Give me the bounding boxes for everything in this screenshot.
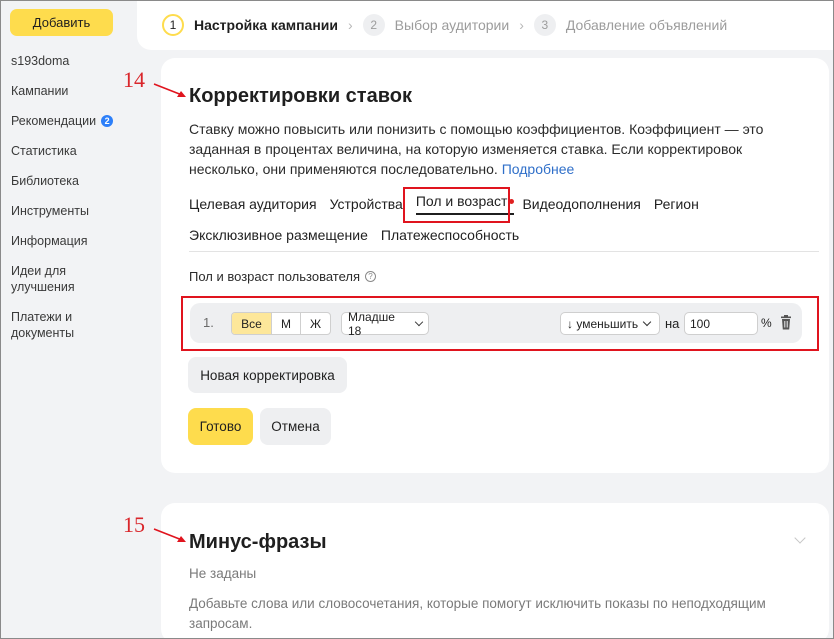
more-link[interactable]: Подробнее <box>502 161 575 177</box>
tab-solvency[interactable]: Платежеспособность <box>381 227 519 243</box>
annotation-arrow-15 <box>153 528 186 542</box>
bid-adjustments-description: Ставку можно повысить или понизить с пом… <box>189 119 809 179</box>
tab-devices[interactable]: Устройства <box>330 196 403 212</box>
sidebar: Добавить s193doma Кампании Рекомендации 2… <box>0 0 135 639</box>
sidebar-login[interactable]: s193doma <box>11 53 131 69</box>
change-indicator-dot <box>509 198 515 204</box>
sidebar-item-statistics[interactable]: Статистика <box>11 143 131 159</box>
step-number: 2 <box>362 14 385 36</box>
tab-exclusive-placement[interactable]: Эксклюзивное размещение <box>189 227 368 243</box>
step-label: Выбор аудитории <box>394 17 510 33</box>
step-ads[interactable]: 3 Добавление объявлений <box>533 14 728 36</box>
sidebar-item-label: Платежи и документы <box>11 310 75 340</box>
notification-badge: 2 <box>101 115 114 127</box>
sidebar-item-campaigns[interactable]: Кампании <box>11 83 131 99</box>
annotation-highlight-tab <box>403 187 510 223</box>
sidebar-item-library[interactable]: Библиотека <box>11 173 131 189</box>
sidebar-nav: s193doma Кампании Рекомендации 2 Статисти… <box>11 53 131 355</box>
step-audience[interactable]: 2 Выбор аудитории <box>362 14 510 36</box>
tab-target-audience[interactable]: Целевая аудитория <box>189 196 317 212</box>
step-number: 1 <box>162 14 184 36</box>
section-label: Пол и возраст пользователя ? <box>189 269 377 284</box>
step-label: Настройка кампании <box>194 17 338 33</box>
negative-keywords-title: Минус-фразы <box>189 531 327 553</box>
chevron-right-icon: › <box>348 17 353 33</box>
add-button[interactable]: Добавить <box>10 9 113 36</box>
help-icon[interactable]: ? <box>365 271 377 282</box>
section-label-text: Пол и возраст пользователя <box>189 269 361 284</box>
description-text: Ставку можно повысить или понизить с пом… <box>189 121 764 177</box>
sidebar-item-label: Инструменты <box>11 204 89 218</box>
sidebar-item-label: Статистика <box>11 144 77 158</box>
tabs-divider <box>189 251 819 252</box>
sidebar-item-label: Библиотека <box>11 174 79 188</box>
sidebar-item-label: Идеи для улучшения <box>11 264 75 294</box>
sidebar-item-tools[interactable]: Инструменты <box>11 203 131 219</box>
sidebar-item-payments[interactable]: Платежи и документы <box>11 309 91 341</box>
sidebar-item-information[interactable]: Информация <box>11 233 131 249</box>
new-adjustment-button[interactable]: Новая корректировка <box>188 357 347 393</box>
bid-adjustments-card: Корректировки ставок Ставку можно повыси… <box>161 58 829 473</box>
adjustment-tabs-row2: Эксклюзивное размещение Платежеспособнос… <box>189 227 532 243</box>
sidebar-item-label: Кампании <box>11 84 69 98</box>
step-label: Добавление объявлений <box>565 17 728 33</box>
negative-keywords-card: Минус-фразы Не заданы Добавьте слова или… <box>161 503 829 639</box>
annotation-arrow-14 <box>153 83 186 97</box>
annotation-highlight-row <box>181 296 819 351</box>
chevron-down-icon[interactable] <box>794 532 806 544</box>
sidebar-item-recommendations[interactable]: Рекомендации 2 <box>11 113 131 129</box>
annotation-label-15: 15 <box>123 512 145 537</box>
bid-adjustments-title: Корректировки ставок <box>189 85 412 107</box>
negative-keywords-status: Не заданы <box>189 566 257 581</box>
chevron-right-icon: › <box>519 17 524 33</box>
cancel-button[interactable]: Отмена <box>260 408 331 445</box>
campaign-steps: 1 Настройка кампании › 2 Выбор аудитории… <box>137 0 834 50</box>
tab-region[interactable]: Регион <box>654 196 699 212</box>
sidebar-item-label: Информация <box>11 234 88 248</box>
sidebar-item-ideas[interactable]: Идеи для улучшения <box>11 263 91 295</box>
sidebar-item-label: Рекомендации <box>11 114 97 128</box>
step-campaign-settings[interactable]: 1 Настройка кампании <box>162 14 338 36</box>
negative-keywords-description: Добавьте слова или словосочетания, котор… <box>189 596 766 631</box>
step-number: 3 <box>533 14 556 36</box>
annotation-label-14: 14 <box>123 67 145 92</box>
tab-video[interactable]: Видеодополнения <box>522 196 640 212</box>
done-button[interactable]: Готово <box>188 408 253 445</box>
